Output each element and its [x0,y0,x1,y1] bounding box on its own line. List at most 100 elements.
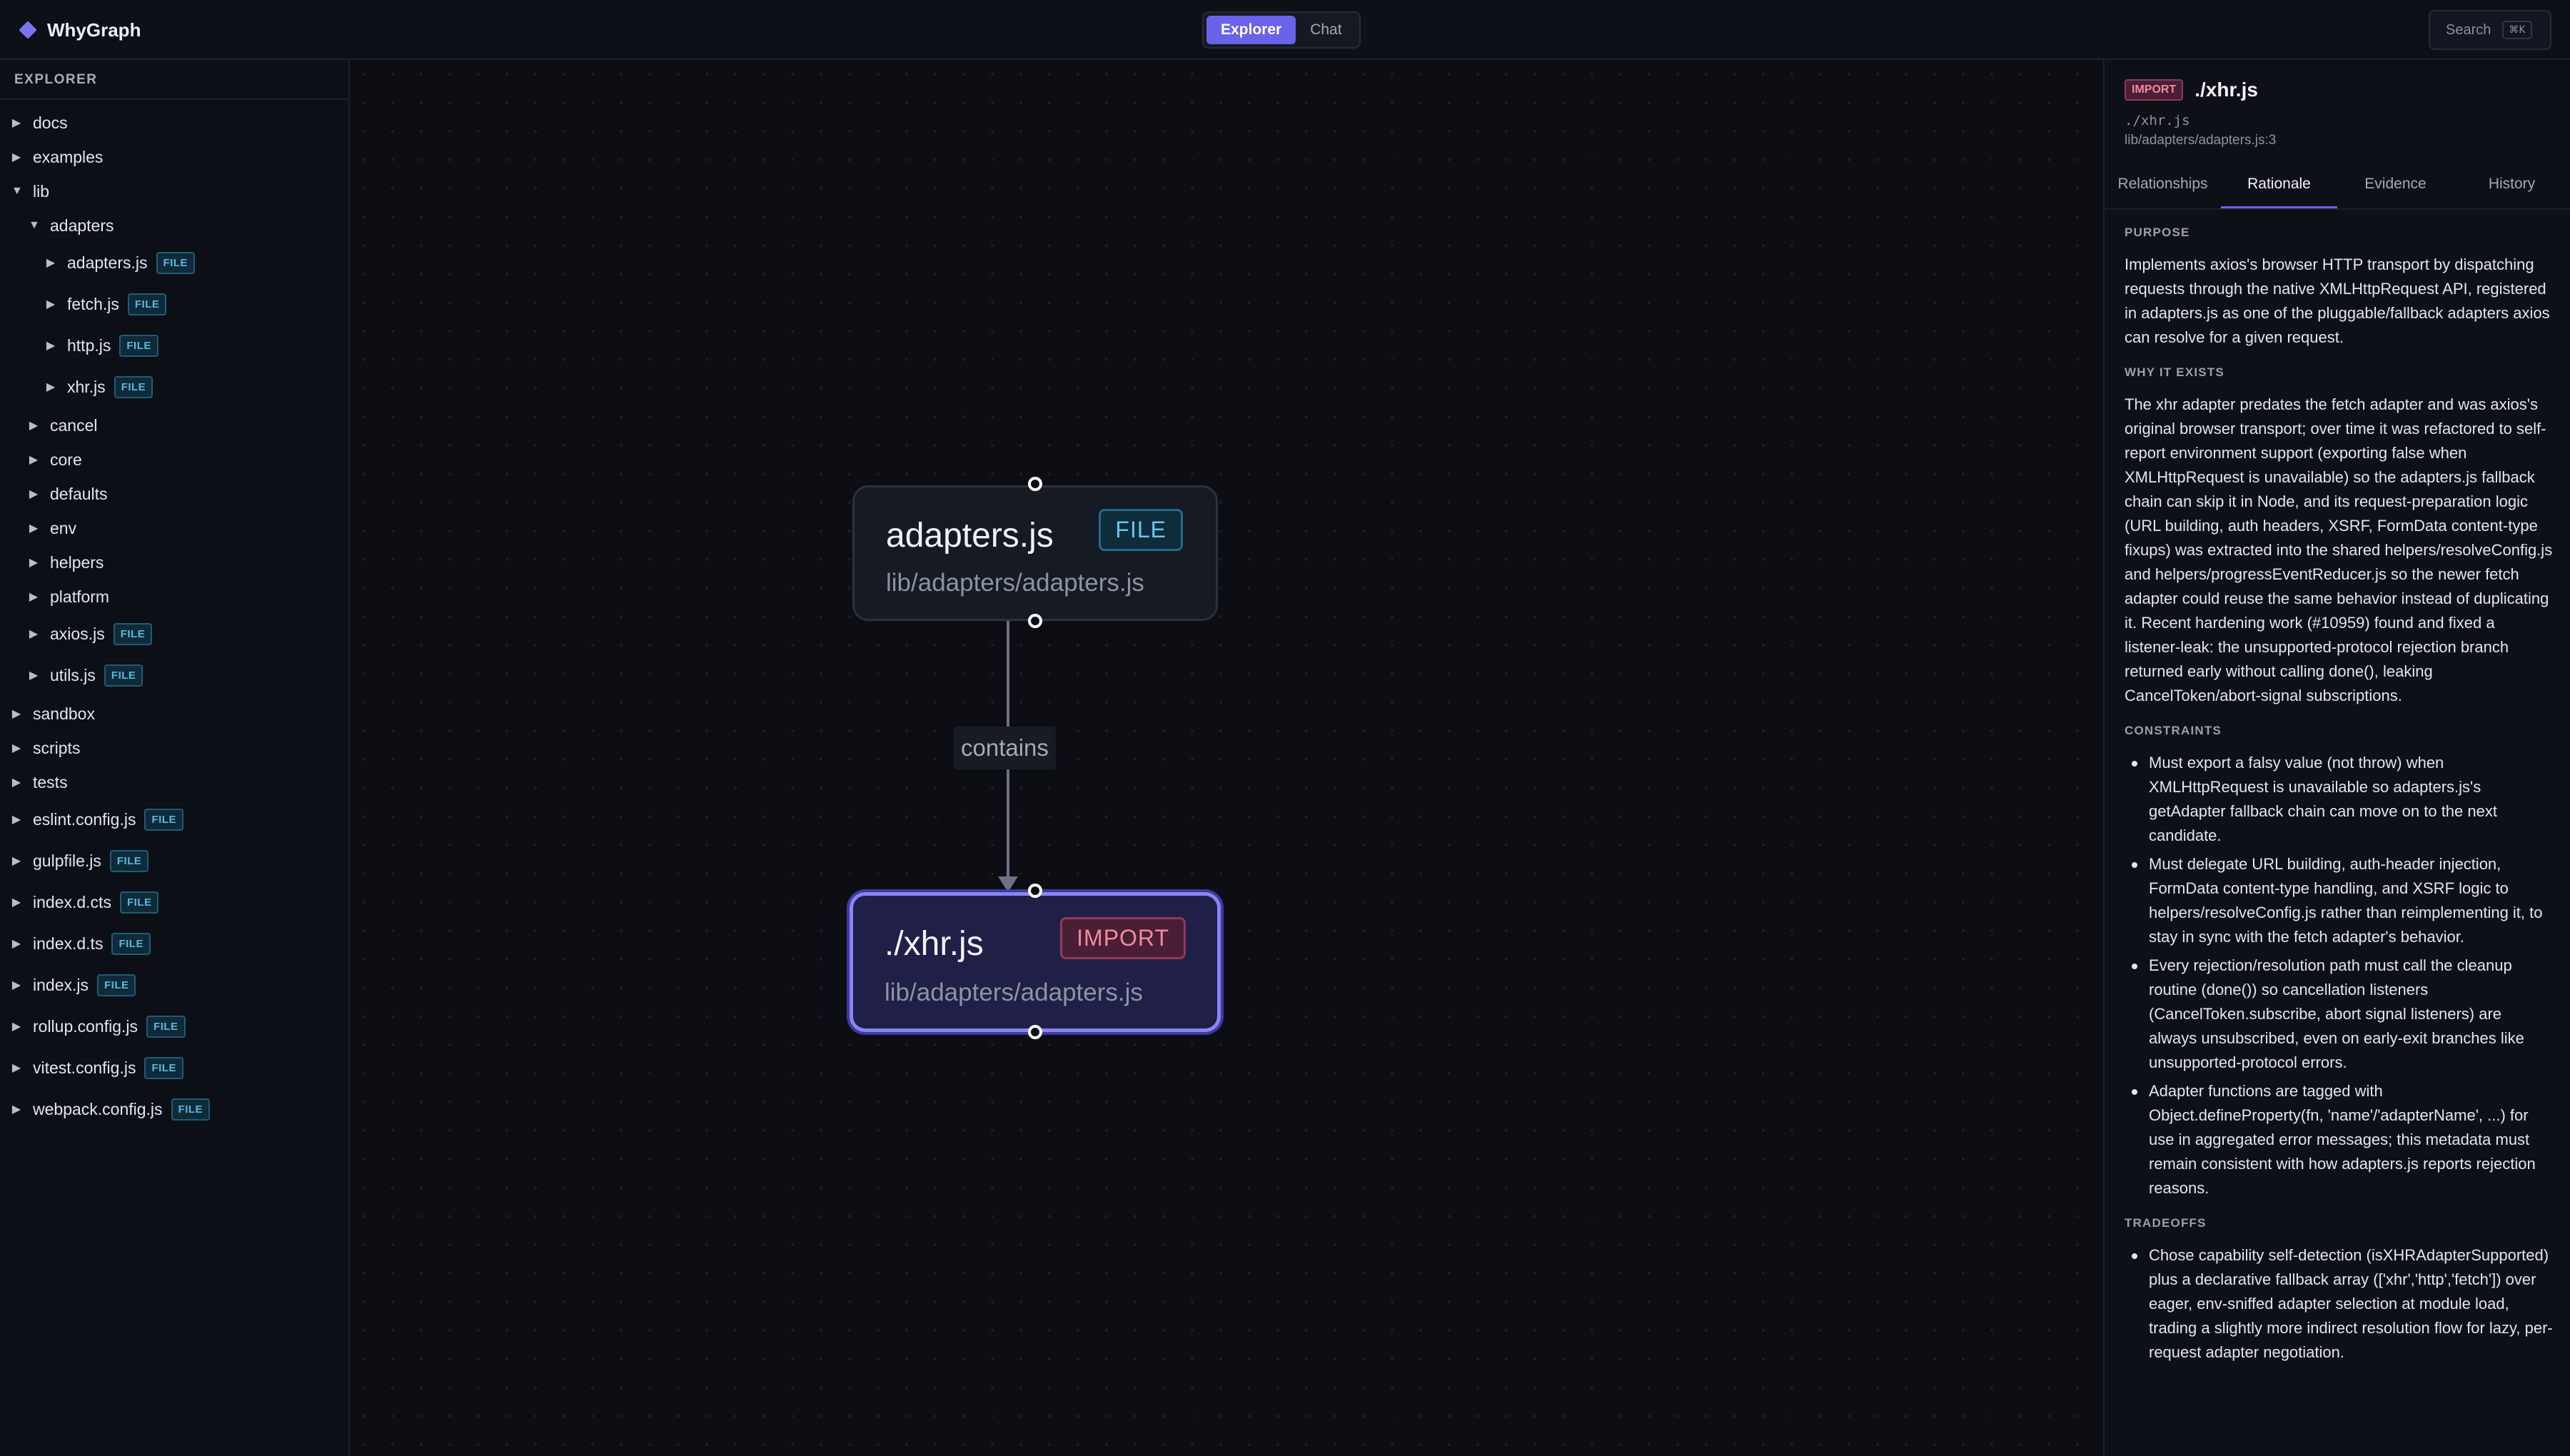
section-title: PURPOSE [2125,226,2190,239]
caret-right-icon[interactable]: ▶ [29,627,39,641]
mode-switch: Explorer Chat [1202,11,1361,49]
tree-item[interactable]: ▶ platform [0,580,109,614]
tree-item-label: lib [33,181,50,201]
caret-right-icon[interactable]: ▶ [11,1102,21,1116]
tab-rationale[interactable]: Rationale [2221,160,2337,208]
caret-right-icon[interactable]: ▶ [29,590,39,604]
caret-right-icon[interactable]: ▶ [11,1061,21,1075]
caret-right-icon[interactable]: ▶ [11,978,21,992]
tree-item[interactable]: ▶ eslint.config.js FILE [0,802,183,836]
tree-item-label: rollup.config.js [33,1016,138,1036]
node-path: lib/adapters/adapters.js [885,979,1143,1006]
tree-item[interactable]: ▶ webpack.config.js FILE [0,1092,211,1126]
caret-right-icon[interactable]: ▶ [29,487,39,501]
tree-item-label: utils.js [50,665,96,684]
tree-item[interactable]: ▶ docs [0,106,68,140]
caret-right-icon[interactable]: ▶ [11,707,21,721]
caret-right-icon[interactable]: ▶ [11,775,21,789]
tree-item-label: adapters [50,216,114,235]
node-handle-bottom[interactable] [1028,614,1042,628]
tree-item[interactable]: ▼ lib [0,174,49,208]
tree-item[interactable]: ▶ index.js FILE [0,968,136,1002]
explorer-mode-button[interactable]: Explorer [1206,16,1296,44]
tree-item[interactable]: ▶ xhr.js FILE [0,370,153,404]
tree-item[interactable]: ▶ http.js FILE [0,328,158,363]
node-handle-top[interactable] [1028,477,1042,491]
tree-item[interactable]: ▶ cancel [0,408,98,443]
tree-item[interactable]: ▼ adapters [0,208,114,243]
caret-right-icon[interactable]: ▶ [29,453,39,467]
file-badge: FILE [119,334,158,357]
search-button[interactable]: Search ⌘K [2429,10,2551,50]
tree-item[interactable]: ▶ adapters.js FILE [0,246,196,280]
tab-history[interactable]: History [2454,160,2570,208]
caret-right-icon[interactable]: ▶ [29,521,39,535]
tab-relationships[interactable]: Relationships [2105,160,2221,208]
caret-down-icon[interactable]: ▼ [11,185,23,198]
tree-item[interactable]: ▶ rollup.config.js FILE [0,1009,186,1043]
tree-item[interactable]: ▶ tests [0,765,68,799]
chat-mode-button[interactable]: Chat [1296,16,1356,44]
file-badge: FILE [114,375,153,398]
constraints-section: CONSTRAINTS Must export a falsy value (n… [2125,724,2553,1200]
caret-right-icon[interactable]: ▶ [46,256,56,270]
tree-item[interactable]: ▶ scripts [0,731,81,765]
file-badge: FILE [156,251,196,274]
tradeoffs-list: Chose capability self-detection (isXHRAd… [2125,1243,2553,1365]
section-title: TRADEOFFS [2125,1216,2207,1230]
caret-down-icon[interactable]: ▼ [29,219,40,232]
caret-right-icon[interactable]: ▶ [46,338,56,353]
file-badge: FILE [96,974,136,996]
details-title: ./xhr.js [2194,79,2258,101]
caret-right-icon[interactable]: ▶ [11,1019,21,1033]
caret-right-icon[interactable]: ▶ [29,555,39,570]
tree-item[interactable]: ▶ vitest.config.js FILE [0,1051,183,1085]
tree-item-label: webpack.config.js [33,1099,163,1118]
brand[interactable]: WhyGraph [19,17,141,43]
caret-right-icon[interactable]: ▶ [11,150,21,164]
tree-item-label: index.js [33,975,89,994]
caret-right-icon[interactable]: ▶ [29,668,39,682]
tree-item[interactable]: ▶ helpers [0,545,104,580]
tree-item[interactable]: ▶ examples [0,140,104,174]
caret-right-icon[interactable]: ▶ [11,936,21,951]
tree-item-label: examples [33,147,104,166]
graph-canvas[interactable]: adapters.js FILE lib/adapters/adapters.j… [350,60,2103,1456]
tree-item[interactable]: ▶ defaults [0,477,108,511]
tree-item-label: axios.js [50,624,105,643]
edge-arrowhead [998,876,1018,892]
tree-item[interactable]: ▶ index.d.cts FILE [0,885,159,919]
tree-item[interactable]: ▶ axios.js FILE [0,617,153,651]
tree-item[interactable]: ▶ index.d.ts FILE [0,926,151,961]
caret-right-icon[interactable]: ▶ [11,741,21,755]
caret-right-icon[interactable]: ▶ [11,854,21,868]
caret-right-icon[interactable]: ▶ [46,297,56,311]
caret-right-icon[interactable]: ▶ [29,418,39,433]
node-handle-top[interactable] [1028,884,1042,898]
tab-evidence[interactable]: Evidence [2337,160,2454,208]
list-item: Adapter functions are tagged with Object… [2125,1079,2553,1200]
top-bar: WhyGraph Explorer Chat Search ⌘K [0,0,2570,60]
tree-item[interactable]: ▶ env [0,511,76,545]
app-name: WhyGraph [47,19,141,41]
tree-item[interactable]: ▶ sandbox [0,697,95,731]
tree-item-label: defaults [50,484,108,503]
tree-item[interactable]: ▶ fetch.js FILE [0,287,167,321]
explorer-sidebar: EXPLORER ▶ docs ▶ examples ▼ lib ▼ adapters ▶ ada… [0,60,350,1456]
tree-item-label: sandbox [33,704,95,723]
graph-node-xhr-selected[interactable]: ./xhr.js IMPORT lib/adapters/adapters.js [850,892,1221,1032]
caret-right-icon[interactable]: ▶ [11,812,21,826]
tree-item[interactable]: ▶ utils.js FILE [0,658,143,692]
tree-item-label: core [50,450,82,469]
tree-item-label: platform [50,587,110,606]
caret-right-icon[interactable]: ▶ [46,380,56,394]
details-panel: IMPORT ./xhr.js ./xhr.js lib/adapters/ad… [2103,60,2570,1456]
node-handle-bottom[interactable] [1028,1025,1042,1039]
graph-node-adapters[interactable]: adapters.js FILE lib/adapters/adapters.j… [852,485,1218,621]
details-header: IMPORT ./xhr.js ./xhr.js lib/adapters/ad… [2125,76,2553,148]
tree-item[interactable]: ▶ core [0,443,82,477]
caret-right-icon[interactable]: ▶ [11,116,21,130]
tree-item[interactable]: ▶ gulpfile.js FILE [0,844,149,878]
tree-item-label: scripts [33,738,81,757]
caret-right-icon[interactable]: ▶ [11,895,21,909]
